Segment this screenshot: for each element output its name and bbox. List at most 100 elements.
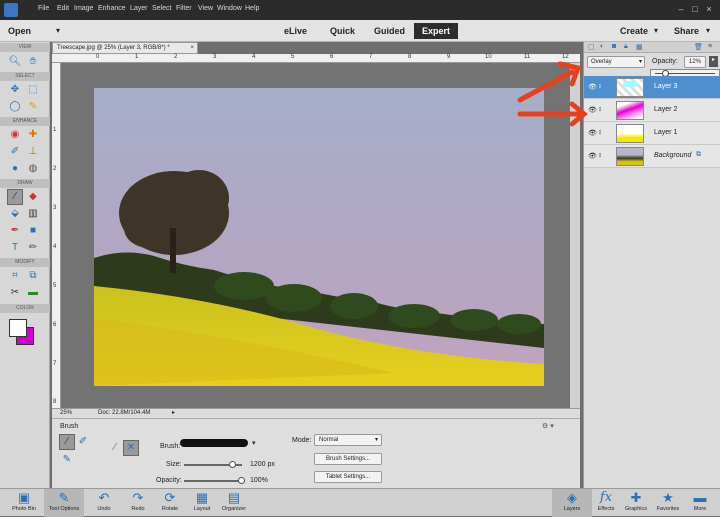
lock-all-icon[interactable]: 🔒︎ [624, 43, 628, 51]
zoom-level[interactable]: 25% [60, 409, 72, 418]
opacity-slider-thumb[interactable] [238, 477, 245, 484]
tab-elive[interactable]: eLive [276, 23, 315, 39]
sponge-tool-icon[interactable]: ◍ [26, 162, 40, 176]
organizer-button[interactable]: ▤ Organizer [214, 489, 254, 517]
tablet-settings-button[interactable]: Tablet Settings... [314, 471, 382, 483]
eyedropper-icon[interactable]: ✒ [8, 224, 22, 238]
tool-options-title: Brush [60, 423, 79, 430]
status-menu-icon[interactable]: ▸ [172, 409, 175, 418]
more-label: More [693, 506, 707, 512]
app-logo-icon [4, 3, 18, 17]
layer-mask-icon[interactable]: ◙ [612, 43, 616, 50]
opacity-stepper-icon[interactable]: ▸ [709, 56, 718, 67]
menu-filter[interactable]: Filter [176, 5, 192, 12]
blend-mode-value: Overlay [591, 59, 612, 65]
brush-settings-button[interactable]: Brush Settings... [314, 453, 382, 465]
airbrush-on-icon[interactable]: ✕ [123, 440, 139, 456]
mode-select[interactable]: Normal ▾ [314, 434, 382, 446]
recompose-tool-icon[interactable]: ⧉ [26, 269, 40, 283]
foreground-color-swatch[interactable] [9, 319, 27, 337]
paint-bucket-icon[interactable]: ⬙ [8, 207, 22, 221]
menu-select[interactable]: Select [152, 5, 171, 12]
lasso-tool-icon[interactable]: ◯ [8, 100, 22, 114]
size-value[interactable]: 1200 px [250, 461, 275, 468]
smart-brush-icon[interactable]: ✐ [8, 145, 22, 159]
marquee-tool-icon[interactable]: ⬚ [26, 83, 40, 97]
healing-brush-icon[interactable]: ✚ [26, 128, 40, 142]
link-icon[interactable]: ⦂ [599, 152, 601, 160]
brush-dropdown-icon[interactable]: ▾ [252, 439, 256, 447]
lock-transparency-icon[interactable]: ▦ [636, 43, 643, 51]
gradient-tool-icon[interactable]: ▥ [26, 207, 40, 221]
shape-tool-icon[interactable]: ■ [26, 224, 40, 238]
move-tool-icon[interactable]: ✥ [8, 83, 22, 97]
photo-bin-button[interactable]: ▣ Photo Bin [4, 489, 44, 517]
create-dropdown-icon[interactable]: ▾ [654, 26, 658, 35]
brush-preview[interactable] [180, 439, 248, 447]
minimize-icon[interactable]: – [676, 4, 686, 14]
panel-menu-icon[interactable]: ≡ [708, 43, 712, 50]
type-tool-icon[interactable]: T [8, 241, 22, 255]
share-button[interactable]: Share [674, 26, 699, 36]
airbrush-off-icon[interactable]: ⁄ [108, 441, 122, 455]
blur-tool-icon[interactable]: ● [8, 162, 22, 176]
layer-row[interactable]: 👁︎ ⦂ Layer 2 [584, 99, 720, 122]
canvas-area[interactable] [61, 63, 580, 408]
pencil-tool-icon[interactable]: ✏ [26, 241, 40, 255]
layer-row[interactable]: 👁︎ ⦂ Background ⧉ [584, 145, 720, 168]
mode-dropdown-icon: ▾ [374, 437, 378, 443]
tab-guided[interactable]: Guided [366, 23, 413, 39]
layer-opacity-field[interactable]: 12% [684, 56, 706, 68]
more-button[interactable]: ▬ More [680, 489, 720, 517]
link-icon[interactable]: ⦂ [599, 129, 601, 137]
blend-mode-select[interactable]: Overlay ▾ [587, 56, 645, 68]
straighten-tool-icon[interactable]: ▬ [26, 286, 40, 300]
menu-edit[interactable]: Edit [57, 5, 69, 12]
document-tab[interactable]: Treescape.jpg @ 25% (Layer 3, RGB/8*) * … [52, 42, 198, 54]
link-icon[interactable]: ⦂ [599, 106, 601, 114]
delete-layer-icon[interactable]: 🗑︎ [694, 43, 703, 51]
size-slider[interactable] [184, 461, 242, 468]
color-replace-brush-icon[interactable]: ✎ [60, 453, 74, 467]
layer-row[interactable]: 👁︎ ⦂ Layer 3 [584, 76, 720, 99]
tab-expert[interactable]: Expert [414, 23, 459, 39]
tab-quick[interactable]: Quick [322, 23, 363, 39]
red-eye-tool-icon[interactable]: ◉ [8, 128, 22, 142]
photo-canvas[interactable] [94, 88, 544, 386]
menu-image[interactable]: Image [74, 5, 93, 12]
close-document-icon[interactable]: × [190, 43, 194, 53]
menu-view[interactable]: View [198, 5, 213, 12]
hand-tool-icon[interactable]: ✋︎ [26, 55, 40, 69]
opacity-slider[interactable] [184, 477, 245, 484]
options-help-icon[interactable]: ⚙ ▾ [542, 422, 554, 430]
opacity-value[interactable]: 100% [250, 477, 268, 484]
background-lock-icon[interactable]: ⧉ [696, 151, 701, 159]
eraser-tool-icon[interactable]: ◆ [26, 190, 40, 204]
open-button[interactable]: Open [8, 26, 31, 36]
menu-layer[interactable]: Layer [130, 5, 148, 12]
create-button[interactable]: Create [620, 26, 648, 36]
visibility-eye-icon[interactable]: 👁︎ [588, 152, 597, 160]
brush-variant-icon[interactable]: ⁄ [59, 434, 75, 450]
brush-tool-icon[interactable]: ⁄ [7, 189, 23, 205]
tool-options-button[interactable]: ✎ Tool Options [44, 489, 84, 517]
layer-row[interactable]: 👁︎ ⦂ Layer 1 [584, 122, 720, 145]
quick-selection-icon[interactable]: ✎ [26, 100, 40, 114]
menu-file[interactable]: File [38, 5, 49, 12]
close-icon[interactable]: × [704, 4, 714, 14]
menu-enhance[interactable]: Enhance [98, 5, 126, 12]
open-dropdown-icon[interactable]: ▾ [56, 26, 60, 35]
menu-help[interactable]: Help [245, 5, 259, 12]
clone-stamp-icon[interactable]: ⊥ [26, 145, 40, 159]
crop-tool-icon[interactable]: ⌗ [8, 269, 22, 283]
share-dropdown-icon[interactable]: ▾ [706, 26, 710, 35]
ruler-tick: 2 [174, 54, 178, 60]
content-aware-move-icon[interactable]: ✂ [8, 286, 22, 300]
size-slider-thumb[interactable] [229, 461, 237, 468]
maximize-icon[interactable]: □ [690, 4, 700, 14]
menu-window[interactable]: Window [217, 5, 242, 12]
new-adjustment-icon[interactable]: ◐ [600, 43, 604, 50]
impressionist-brush-icon[interactable]: ✐ [76, 435, 90, 449]
zoom-tool-icon[interactable]: 🔍︎ [8, 55, 22, 69]
link-icon[interactable]: ⦂ [599, 83, 601, 91]
